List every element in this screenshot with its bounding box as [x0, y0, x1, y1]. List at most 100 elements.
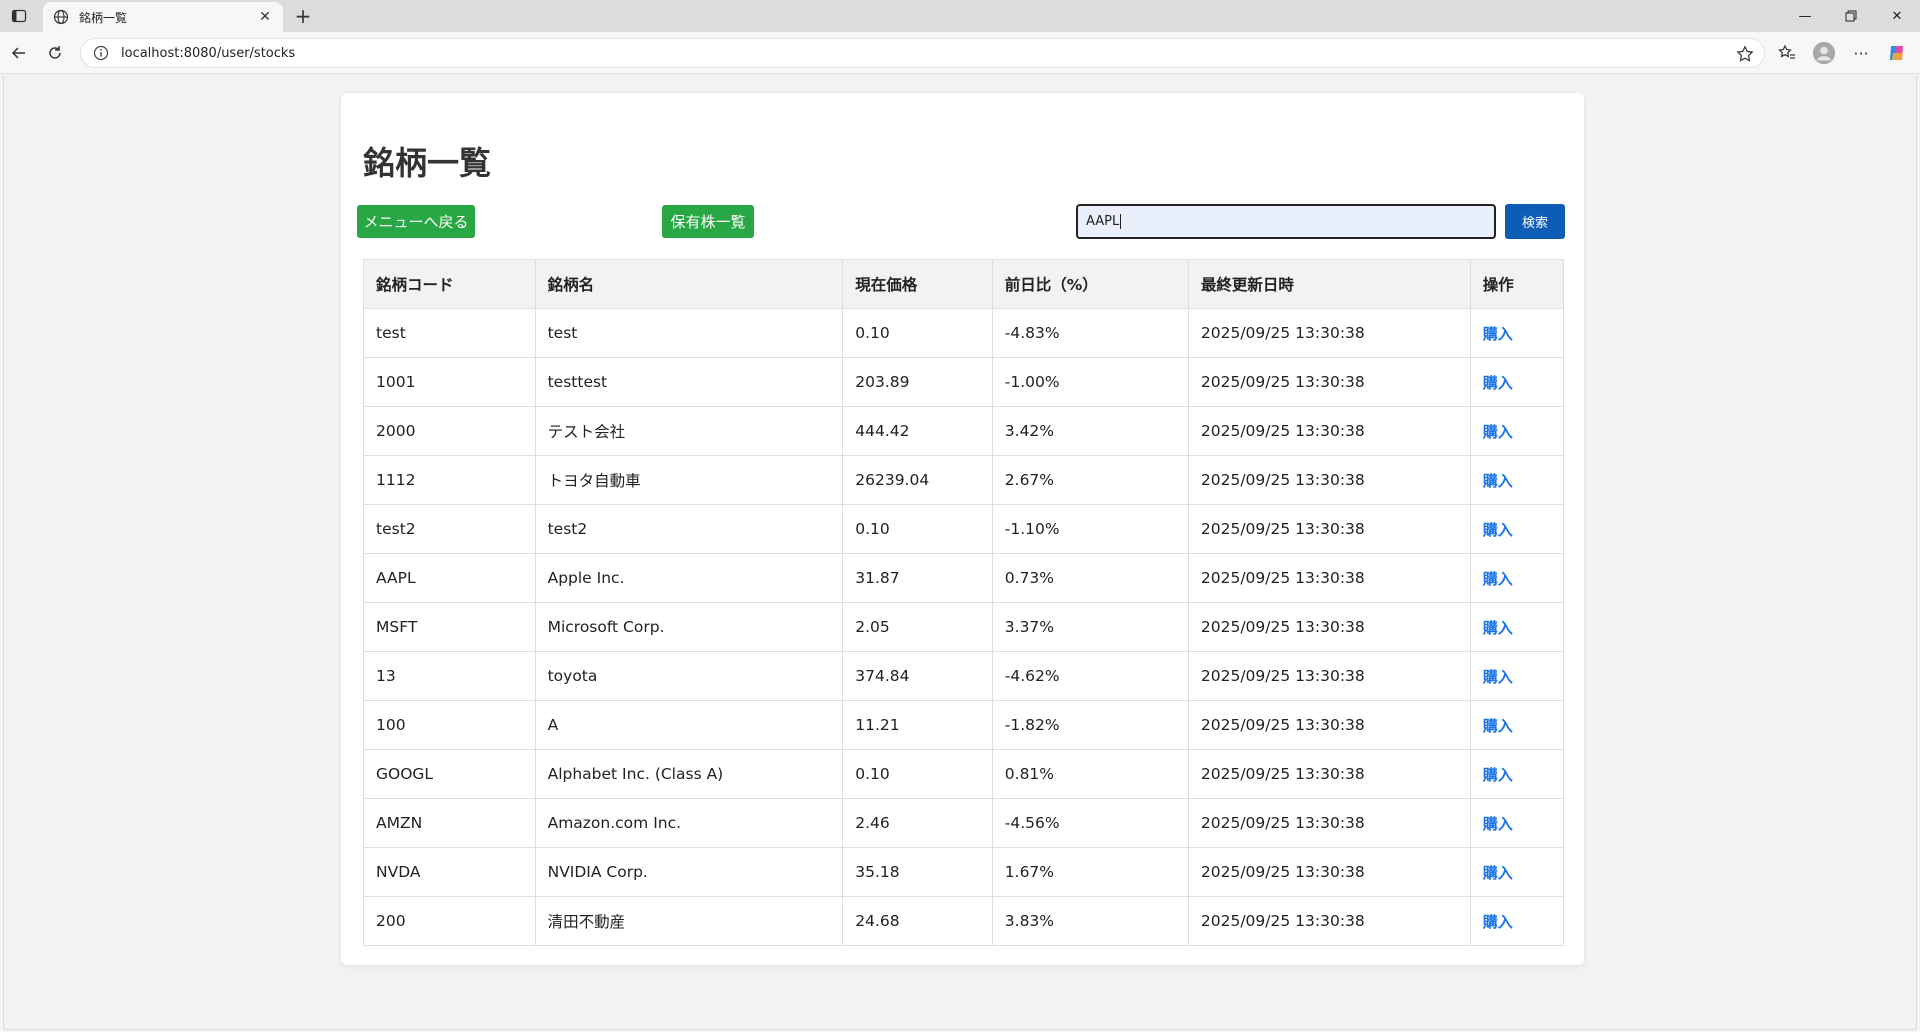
table-row: AMZN Amazon.com Inc. 2.46 -4.56% 2025/09…	[363, 798, 1565, 848]
close-tab-icon[interactable]: ✕	[257, 9, 273, 25]
cell-price: 2.46	[842, 798, 993, 848]
table-header-row: 銘柄コード 銘柄名 現在価格 前日比（%） 最終更新日時 操作	[363, 259, 1565, 309]
cell-change: -1.00%	[991, 357, 1189, 407]
restore-icon[interactable]	[1828, 0, 1874, 32]
cell-price: 26239.04	[842, 455, 993, 505]
table-row: test test 0.10 -4.83% 2025/09/25 13:30:3…	[363, 308, 1565, 358]
minimize-icon[interactable]: —	[1782, 0, 1828, 32]
buy-link[interactable]: 購入	[1469, 406, 1565, 456]
table-row: GOOGL Alphabet Inc. (Class A) 0.10 0.81%…	[363, 749, 1565, 799]
cell-change: -1.10%	[991, 504, 1189, 554]
cell-code: 2000	[363, 406, 536, 456]
table-row: MSFT Microsoft Corp. 2.05 3.37% 2025/09/…	[363, 602, 1565, 652]
buy-link[interactable]: 購入	[1469, 553, 1565, 603]
cell-updated: 2025/09/25 13:30:38	[1187, 455, 1471, 505]
column-header-price: 現在価格	[842, 259, 993, 309]
buy-link[interactable]: 購入	[1469, 308, 1565, 358]
cell-price: 31.87	[842, 553, 993, 603]
site-info-icon[interactable]	[93, 45, 109, 61]
buy-link[interactable]: 購入	[1469, 651, 1565, 701]
cell-name: テスト会社	[534, 406, 844, 456]
buy-link[interactable]: 購入	[1469, 357, 1565, 407]
buy-link[interactable]: 購入	[1469, 847, 1565, 897]
cell-price: 0.10	[842, 749, 993, 799]
cell-change: -4.83%	[991, 308, 1189, 358]
cell-code: 200	[363, 896, 536, 946]
buy-link[interactable]: 購入	[1469, 602, 1565, 652]
cell-name: test2	[534, 504, 844, 554]
cell-name: testtest	[534, 357, 844, 407]
back-icon[interactable]	[7, 41, 31, 65]
cell-updated: 2025/09/25 13:30:38	[1187, 504, 1471, 554]
cell-code: 13	[363, 651, 536, 701]
cell-change: 3.83%	[991, 896, 1189, 946]
buy-link[interactable]: 購入	[1469, 749, 1565, 799]
buy-link[interactable]: 購入	[1469, 700, 1565, 750]
more-options-icon[interactable]: ···	[1850, 42, 1872, 64]
cell-code: 1001	[363, 357, 536, 407]
cell-code: AAPL	[363, 553, 536, 603]
table-row: 2000 テスト会社 444.42 3.42% 2025/09/25 13:30…	[363, 406, 1565, 456]
copilot-icon[interactable]	[1886, 42, 1908, 64]
cell-updated: 2025/09/25 13:30:38	[1187, 749, 1471, 799]
page-viewport: 銘柄一覧 メニューへ戻る 保有株一覧 AAPL 検索 銘柄コード 銘柄名 現在価…	[3, 75, 1917, 1030]
stocks-table: 銘柄コード 銘柄名 現在価格 前日比（%） 最終更新日時 操作 test tes…	[363, 259, 1565, 946]
cell-price: 0.10	[842, 504, 993, 554]
cell-change: -1.82%	[991, 700, 1189, 750]
cell-updated: 2025/09/25 13:30:38	[1187, 896, 1471, 946]
cell-updated: 2025/09/25 13:30:38	[1187, 357, 1471, 407]
cell-updated: 2025/09/25 13:30:38	[1187, 553, 1471, 603]
search-input-value: AAPL	[1086, 214, 1120, 229]
globe-icon	[53, 9, 69, 25]
buy-link[interactable]: 購入	[1469, 455, 1565, 505]
cell-change: 1.67%	[991, 847, 1189, 897]
column-header-name: 銘柄名	[534, 259, 844, 309]
search-input[interactable]: AAPL	[1076, 204, 1496, 239]
cell-code: GOOGL	[363, 749, 536, 799]
address-bar[interactable]: localhost:8080/user/stocks	[80, 38, 1765, 68]
buy-link[interactable]: 購入	[1469, 798, 1565, 848]
table-row: 1001 testtest 203.89 -1.00% 2025/09/25 1…	[363, 357, 1565, 407]
cell-change: 2.67%	[991, 455, 1189, 505]
tab-actions-icon[interactable]	[8, 6, 30, 26]
table-row: test2 test2 0.10 -1.10% 2025/09/25 13:30…	[363, 504, 1565, 554]
profile-avatar-icon[interactable]	[1813, 42, 1835, 64]
cell-price: 35.18	[842, 847, 993, 897]
cell-change: 3.42%	[991, 406, 1189, 456]
favorites-icon[interactable]	[1776, 42, 1798, 64]
holdings-list-button[interactable]: 保有株一覧	[662, 205, 754, 238]
cell-name: A	[534, 700, 844, 750]
reload-icon[interactable]	[43, 41, 67, 65]
cell-updated: 2025/09/25 13:30:38	[1187, 602, 1471, 652]
cell-code: AMZN	[363, 798, 536, 848]
favorite-star-icon[interactable]	[1736, 45, 1754, 63]
browser-tab-bar: 銘柄一覧 ✕ + — ✕	[0, 0, 1920, 32]
buy-link[interactable]: 購入	[1469, 896, 1565, 946]
cell-updated: 2025/09/25 13:30:38	[1187, 308, 1471, 358]
close-window-icon[interactable]: ✕	[1874, 0, 1920, 32]
new-tab-icon[interactable]: +	[292, 4, 314, 28]
table-row: 13 toyota 374.84 -4.62% 2025/09/25 13:30…	[363, 651, 1565, 701]
cell-change: 3.37%	[991, 602, 1189, 652]
cell-price: 24.68	[842, 896, 993, 946]
search-button[interactable]: 検索	[1505, 204, 1565, 239]
browser-tab[interactable]: 銘柄一覧 ✕	[43, 2, 283, 32]
cell-updated: 2025/09/25 13:30:38	[1187, 651, 1471, 701]
text-caret	[1120, 214, 1122, 229]
buy-link[interactable]: 購入	[1469, 504, 1565, 554]
cell-change: 0.73%	[991, 553, 1189, 603]
table-row: 200 清田不動産 24.68 3.83% 2025/09/25 13:30:3…	[363, 896, 1565, 946]
cell-name: 清田不動産	[534, 896, 844, 946]
url-text: localhost:8080/user/stocks	[121, 45, 296, 61]
cell-price: 203.89	[842, 357, 993, 407]
table-row: 100 A 11.21 -1.82% 2025/09/25 13:30:38 購…	[363, 700, 1565, 750]
back-to-menu-button[interactable]: メニューへ戻る	[357, 205, 475, 238]
cell-code: NVDA	[363, 847, 536, 897]
table-row: NVDA NVIDIA Corp. 35.18 1.67% 2025/09/25…	[363, 847, 1565, 897]
cell-code: test2	[363, 504, 536, 554]
column-header-updated: 最終更新日時	[1187, 259, 1471, 309]
cell-price: 374.84	[842, 651, 993, 701]
cell-change: -4.56%	[991, 798, 1189, 848]
cell-price: 0.10	[842, 308, 993, 358]
table-row: AAPL Apple Inc. 31.87 0.73% 2025/09/25 1…	[363, 553, 1565, 603]
